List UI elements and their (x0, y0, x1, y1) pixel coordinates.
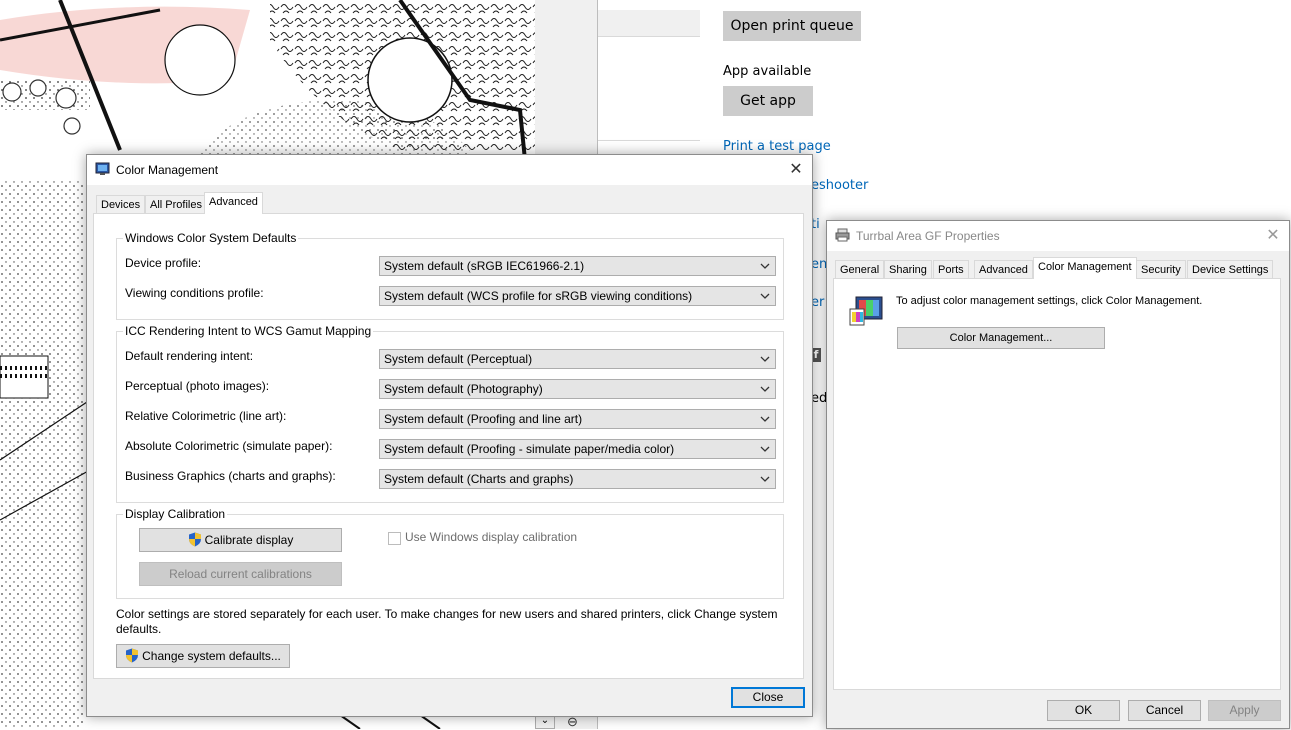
get-app-button[interactable]: Get app (723, 86, 813, 116)
use-windows-calibration-label: Use Windows display calibration (405, 530, 578, 544)
properties-panel: To adjust color management settings, cli… (833, 278, 1281, 690)
tab-sharing[interactable]: Sharing (884, 260, 932, 279)
troubleshooter-link[interactable]: eshooter (811, 178, 868, 193)
chevron-down-icon (760, 263, 770, 269)
close-button[interactable]: Close (731, 687, 805, 708)
viewing-conditions-select[interactable]: System default (WCS profile for sRGB vie… (379, 286, 776, 306)
uac-shield-icon (126, 648, 139, 663)
calibrate-display-button[interactable]: Calibrate display (139, 528, 342, 552)
tab-devices[interactable]: Devices (96, 195, 146, 214)
tab-security[interactable]: Security (1136, 260, 1186, 279)
change-system-defaults-button[interactable]: Change system defaults... (116, 644, 290, 668)
printer-icon (835, 228, 850, 242)
use-windows-calibration-checkbox[interactable] (388, 532, 401, 545)
relative-colorimetric-label: Relative Colorimetric (line art): (125, 409, 287, 423)
color-management-button[interactable]: Color Management... (897, 327, 1105, 349)
chevron-down-icon (760, 356, 770, 362)
default-intent-select[interactable]: System default (Perceptual) (379, 349, 776, 369)
chevron-down-icon (760, 476, 770, 482)
monitor-icon (95, 162, 110, 175)
tab-advanced-color[interactable]: Advanced (204, 192, 263, 214)
tab-all-profiles[interactable]: All Profiles (145, 195, 207, 214)
absolute-colorimetric-select[interactable]: System default (Proofing - simulate pape… (379, 439, 776, 459)
absolute-colorimetric-value: System default (Proofing - simulate pape… (384, 442, 675, 456)
icc-rendering-group: ICC Rendering Intent to WCS Gamut Mappin… (116, 324, 784, 503)
advanced-panel: Windows Color System Defaults Device pro… (93, 213, 804, 679)
tab-general[interactable]: General (835, 260, 885, 279)
perceptual-select[interactable]: System default (Photography) (379, 379, 776, 399)
color-dialog-title: Color Management (116, 163, 219, 177)
open-print-queue-button[interactable]: Open print queue (723, 11, 861, 41)
business-graphics-value: System default (Charts and graphs) (384, 472, 574, 486)
calibration-group-title: Display Calibration (123, 507, 228, 521)
settings-text-fragment: ed (811, 391, 828, 406)
perceptual-label: Perceptual (photo images): (125, 379, 270, 393)
color-dialog-close-icon[interactable]: ✕ (785, 159, 807, 181)
default-intent-value: System default (Perceptual) (384, 352, 533, 366)
chevron-down-icon (760, 386, 770, 392)
viewing-conditions-label: Viewing conditions profile: (125, 286, 264, 300)
relative-colorimetric-select[interactable]: System default (Proofing and line art) (379, 409, 776, 429)
settings-link-fragment-2[interactable]: en (811, 257, 827, 272)
color-management-icon (849, 296, 883, 326)
properties-close-icon[interactable]: ✕ (1262, 225, 1284, 247)
tab-color-management[interactable]: Color Management (1033, 257, 1137, 279)
print-test-page-link[interactable]: Print a test page (723, 139, 831, 154)
perceptual-value: System default (Photography) (384, 382, 543, 396)
tab-advanced[interactable]: Advanced (974, 260, 1033, 279)
tab-ports[interactable]: Ports (933, 260, 969, 279)
device-profile-value: System default (sRGB IEC61966-2.1) (384, 259, 585, 273)
chevron-down-icon (760, 446, 770, 452)
properties-titlebar: Turrbal Area GF Properties ✕ (827, 221, 1289, 251)
chevron-down-icon (760, 293, 770, 299)
relative-colorimetric-value: System default (Proofing and line art) (384, 412, 583, 426)
app-available-label: App available (723, 64, 812, 79)
color-dialog-titlebar: Color Management ✕ (87, 155, 812, 185)
tab-device-settings[interactable]: Device Settings (1187, 260, 1274, 279)
wcs-group-title: Windows Color System Defaults (123, 231, 299, 245)
properties-instruction: To adjust color management settings, cli… (896, 295, 1203, 307)
change-system-defaults-label: Change system defaults... (142, 649, 281, 663)
viewing-conditions-value: System default (WCS profile for sRGB vie… (384, 289, 693, 303)
display-calibration-group: Display Calibration Calibrate display Re… (116, 507, 784, 599)
device-profile-label: Device profile: (125, 256, 202, 270)
calibrate-display-label: Calibrate display (204, 533, 294, 547)
reload-calibrations-button[interactable]: Reload current calibrations (139, 562, 342, 586)
business-graphics-select[interactable]: System default (Charts and graphs) (379, 469, 776, 489)
chevron-down-icon (760, 416, 770, 422)
printer-properties-dialog: Turrbal Area GF Properties ✕ General Sha… (826, 220, 1290, 729)
color-management-dialog: Color Management ✕ Devices All Profiles … (86, 154, 813, 717)
default-intent-label: Default rendering intent: (125, 349, 254, 363)
settings-note: Color settings are stored separately for… (116, 607, 778, 636)
device-profile-select[interactable]: System default (sRGB IEC61966-2.1) (379, 256, 776, 276)
settings-link-fragment-3[interactable]: er (811, 295, 824, 310)
properties-title: Turrbal Area GF Properties (856, 229, 1000, 243)
ok-button[interactable]: OK (1047, 700, 1120, 721)
icc-group-title: ICC Rendering Intent to WCS Gamut Mappin… (123, 324, 374, 338)
cancel-button[interactable]: Cancel (1128, 700, 1201, 721)
business-graphics-label: Business Graphics (charts and graphs): (125, 469, 336, 483)
wcs-defaults-group: Windows Color System Defaults Device pro… (116, 231, 784, 320)
uac-shield-icon (188, 532, 201, 547)
background-window-divider (598, 140, 701, 141)
background-window-header (598, 10, 701, 37)
absolute-colorimetric-label: Absolute Colorimetric (simulate paper): (125, 439, 333, 453)
apply-button[interactable]: Apply (1208, 700, 1281, 721)
